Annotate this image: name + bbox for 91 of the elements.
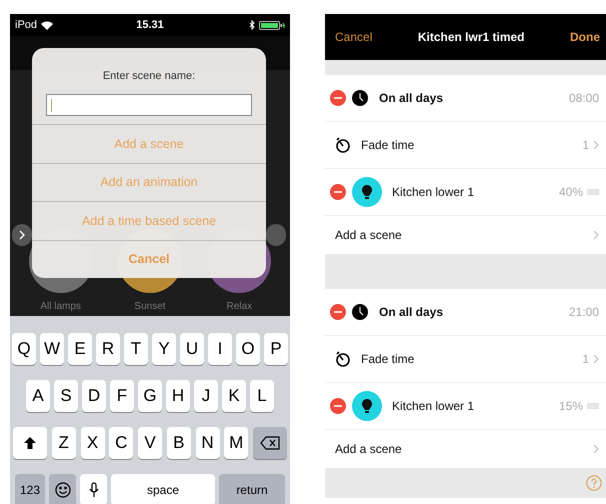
clock-icon bbox=[352, 90, 368, 106]
key[interactable]: D bbox=[82, 380, 106, 412]
remove-icon bbox=[330, 304, 346, 320]
screen-title: Kitchen lwr1 timed bbox=[416, 30, 526, 44]
wifi-icon bbox=[41, 20, 54, 30]
scene-label: All lamps bbox=[40, 301, 81, 312]
row-label: On all days bbox=[379, 305, 444, 319]
schedule-row[interactable]: On all days 08:00 bbox=[325, 75, 606, 122]
dictation-key[interactable] bbox=[80, 474, 107, 504]
smiley-icon bbox=[54, 482, 70, 498]
key[interactable]: V bbox=[138, 427, 162, 459]
scroll-arrow-button[interactable] bbox=[12, 224, 32, 246]
shift-key[interactable] bbox=[13, 427, 47, 459]
time-value: 08:00 bbox=[568, 91, 599, 105]
key[interactable]: Y bbox=[152, 333, 176, 365]
cancel-button[interactable]: Cancel bbox=[335, 30, 372, 44]
return-key[interactable]: return bbox=[219, 474, 285, 504]
row-label: Add a scene bbox=[335, 442, 403, 456]
brightness-value: 15% bbox=[558, 399, 583, 413]
remove-icon bbox=[330, 184, 346, 200]
scene-label: Sunset bbox=[134, 301, 166, 312]
key[interactable]: W bbox=[40, 333, 64, 365]
chevron-icon bbox=[593, 444, 599, 454]
row-label: Add a scene bbox=[335, 228, 403, 242]
microphone-icon bbox=[88, 482, 98, 498]
numbers-key[interactable]: 123 bbox=[15, 474, 45, 504]
key[interactable]: Q bbox=[12, 333, 36, 365]
delete-key[interactable] bbox=[253, 427, 287, 459]
lamp-row[interactable]: Kitchen lower 1 40% bbox=[325, 169, 606, 216]
lamp-icon bbox=[352, 391, 382, 421]
space-key[interactable]: space bbox=[111, 474, 215, 504]
row-label: Fade time bbox=[361, 352, 416, 366]
carrier-label: iPod bbox=[15, 19, 38, 31]
key[interactable]: S bbox=[54, 380, 78, 412]
chevron-icon bbox=[593, 354, 599, 364]
battery-icon bbox=[259, 20, 285, 30]
key[interactable]: K bbox=[222, 380, 246, 412]
key[interactable]: R bbox=[96, 333, 120, 365]
lamp-icon bbox=[352, 177, 382, 207]
chevron-icon bbox=[593, 140, 599, 150]
bluetooth-icon bbox=[249, 20, 255, 30]
key[interactable]: X bbox=[80, 427, 104, 459]
key[interactable]: L bbox=[250, 380, 274, 412]
schedule-row[interactable]: On all days 21:00 bbox=[325, 289, 606, 336]
key[interactable]: J bbox=[194, 380, 218, 412]
time-value: 21:00 bbox=[568, 305, 599, 319]
key[interactable]: P bbox=[264, 333, 288, 365]
key[interactable]: I bbox=[208, 333, 232, 365]
fade-value: 1 bbox=[582, 352, 589, 366]
add-scene-row[interactable]: Add a scene bbox=[325, 430, 606, 468]
clock-icon bbox=[352, 304, 368, 320]
key[interactable]: C bbox=[109, 427, 134, 459]
drag-handle-icon bbox=[587, 189, 599, 195]
key[interactable]: F bbox=[110, 380, 134, 412]
brightness-value: 40% bbox=[558, 185, 583, 199]
status-time: 15.31 bbox=[136, 19, 164, 31]
row-label: On all days bbox=[379, 91, 444, 105]
key[interactable]: M bbox=[224, 427, 248, 459]
timer-icon bbox=[335, 351, 351, 367]
fade-time-row[interactable]: Fade time 1 bbox=[325, 336, 606, 383]
key[interactable]: E bbox=[68, 333, 92, 365]
timer-icon bbox=[335, 137, 351, 153]
key[interactable]: N bbox=[196, 427, 220, 459]
emoji-key[interactable] bbox=[49, 474, 76, 504]
add-scene-row[interactable]: Add a scene bbox=[325, 216, 606, 254]
key[interactable]: O bbox=[236, 333, 260, 365]
key[interactable]: H bbox=[166, 380, 190, 412]
remove-icon bbox=[330, 90, 346, 106]
chevron-icon bbox=[593, 230, 599, 240]
key[interactable]: A bbox=[26, 380, 50, 412]
key[interactable]: U bbox=[180, 333, 204, 365]
help-icon bbox=[586, 475, 602, 491]
dialog-title: Enter scene name: bbox=[102, 69, 196, 84]
remove-icon bbox=[330, 398, 346, 414]
scene-label: Relax bbox=[226, 301, 252, 312]
fade-value: 1 bbox=[582, 138, 589, 152]
key[interactable]: T bbox=[124, 333, 148, 365]
done-button[interactable]: Done bbox=[570, 30, 600, 44]
row-label: Kitchen lower 1 bbox=[392, 399, 476, 413]
lamp-row[interactable]: Kitchen lower 1 15% bbox=[325, 383, 606, 430]
key[interactable]: Z bbox=[52, 427, 76, 459]
key[interactable]: B bbox=[166, 427, 191, 459]
backspace-icon bbox=[260, 436, 280, 450]
chevron-icon bbox=[19, 230, 25, 240]
drag-handle-icon bbox=[587, 403, 599, 409]
row-label: Kitchen lower 1 bbox=[392, 185, 476, 199]
shift-arrow-icon bbox=[23, 436, 37, 450]
key[interactable]: G bbox=[138, 380, 162, 412]
row-label: Fade time bbox=[361, 138, 416, 152]
scene-name-field[interactable] bbox=[46, 94, 252, 116]
fade-time-row[interactable]: Fade time 1 bbox=[325, 122, 606, 169]
